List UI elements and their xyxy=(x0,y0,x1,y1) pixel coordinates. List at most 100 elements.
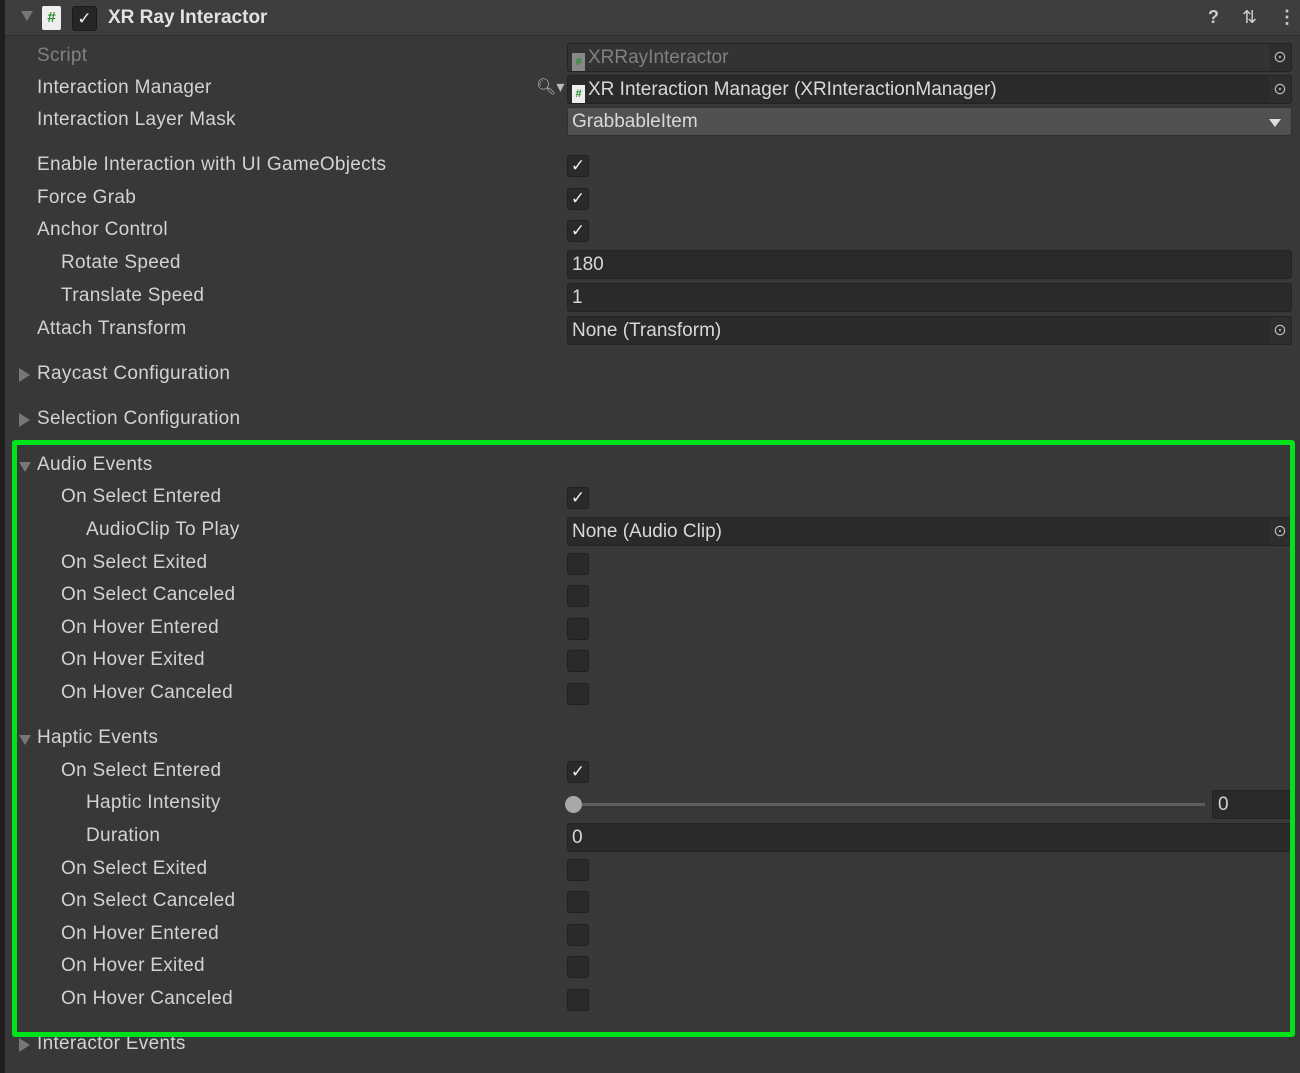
property-row-on-select-canceled: On Select Canceled xyxy=(0,886,1300,918)
property-label: On Select Canceled xyxy=(61,890,236,911)
object-picker-icon[interactable]: ⊙ xyxy=(1269,518,1291,545)
property-label: Translate Speed xyxy=(61,285,205,306)
collapsed-arrow-icon[interactable] xyxy=(19,413,30,427)
property-label: Haptic Intensity xyxy=(86,792,221,813)
expanded-arrow-icon[interactable] xyxy=(19,735,31,745)
checkbox[interactable] xyxy=(567,859,589,881)
checkbox[interactable]: ✓ xyxy=(567,761,589,783)
property-label: Haptic Events xyxy=(37,727,159,748)
object-field-value: XR Interaction Manager (XRInteractionMan… xyxy=(588,79,997,100)
checkbox[interactable] xyxy=(567,553,589,575)
script-icon: # xyxy=(572,85,585,103)
property-label: On Hover Entered xyxy=(61,617,219,638)
property-row-force-grab: Force Grab ✓ xyxy=(0,183,1300,215)
property-row-translate-speed: Translate Speed 1 xyxy=(0,281,1300,313)
chevron-down-icon xyxy=(1269,119,1281,127)
number-input[interactable]: 1 xyxy=(567,283,1292,312)
collapsed-arrow-icon[interactable] xyxy=(19,1038,30,1052)
checkbox[interactable] xyxy=(567,989,589,1011)
preset-icon[interactable]: ⇅ xyxy=(1242,7,1257,28)
checkbox[interactable]: ✓ xyxy=(567,487,589,509)
slider-track[interactable] xyxy=(573,803,1205,806)
property-label: Audio Events xyxy=(37,454,153,475)
object-picker-icon[interactable]: ⊙ xyxy=(1269,76,1291,103)
property-row-attach-transform: Attach Transform None (Transform) ⊙ xyxy=(0,314,1300,346)
property-row-interaction-manager: Interaction Manager 🔍︎▾ # XR Interaction Ma… xyxy=(0,73,1300,105)
property-row-raycast-configuration[interactable]: Raycast Configuration xyxy=(0,359,1300,391)
property-row-duration: Duration 0 xyxy=(0,821,1300,853)
property-row-rotate-speed: Rotate Speed 180 xyxy=(0,248,1300,280)
property-label: Selection Configuration xyxy=(37,408,241,429)
property-label: On Hover Entered xyxy=(61,923,219,944)
property-row-on-hover-entered: On Hover Entered xyxy=(0,919,1300,951)
property-row-script: Script # XRRayInteractor ⊙ xyxy=(0,41,1300,73)
property-row-on-hover-exited: On Hover Exited xyxy=(0,645,1300,677)
property-label: On Hover Canceled xyxy=(61,988,233,1009)
object-field-value: None (Audio Clip) xyxy=(572,521,722,542)
property-row-on-hover-canceled: On Hover Canceled xyxy=(0,678,1300,710)
property-row-interaction-layer-mask: Interaction Layer Mask GrabbableItem xyxy=(0,105,1300,137)
property-row-audioclip-to-play: AudioClip To Play None (Audio Clip) ⊙ xyxy=(0,515,1300,547)
property-label: AudioClip To Play xyxy=(86,519,240,540)
property-row-selection-configuration[interactable]: Selection Configuration xyxy=(0,404,1300,436)
slider-value-input[interactable]: 0 xyxy=(1212,790,1292,819)
checkbox[interactable] xyxy=(567,891,589,913)
property-label: Force Grab xyxy=(37,187,137,208)
number-input[interactable]: 0 xyxy=(567,823,1292,852)
component-enabled-checkbox[interactable]: ✓ xyxy=(72,6,97,31)
property-label: Attach Transform xyxy=(37,318,187,339)
help-icon[interactable]: ? xyxy=(1208,7,1219,28)
property-row-on-hover-entered: On Hover Entered xyxy=(0,613,1300,645)
collapsed-arrow-icon[interactable] xyxy=(19,368,30,382)
component-foldout-icon[interactable] xyxy=(21,11,33,21)
property-row-on-hover-exited: On Hover Exited xyxy=(0,951,1300,983)
property-row-on-select-exited: On Select Exited xyxy=(0,548,1300,580)
search-icon[interactable]: 🔍︎▾ xyxy=(536,77,564,97)
property-row-interactor-events[interactable]: Interactor Events xyxy=(0,1029,1300,1061)
checkbox[interactable]: ✓ xyxy=(567,155,589,177)
property-row-audio-events[interactable]: Audio Events xyxy=(0,450,1300,482)
script-icon: # xyxy=(572,53,585,71)
property-label: On Hover Exited xyxy=(61,955,205,976)
property-label: On Select Exited xyxy=(61,552,208,573)
property-label: On Hover Canceled xyxy=(61,682,233,703)
property-row-on-select-entered: On Select Entered ✓ xyxy=(0,482,1300,514)
property-row-on-select-canceled: On Select Canceled xyxy=(0,580,1300,612)
property-label: On Select Entered xyxy=(61,486,222,507)
checkbox[interactable] xyxy=(567,650,589,672)
checkbox[interactable]: ✓ xyxy=(567,188,589,210)
property-row-haptic-intensity: Haptic Intensity 0 xyxy=(0,788,1300,820)
component-header[interactable]: # ✓ XR Ray Interactor ? ⇅ ⋮ xyxy=(5,0,1300,36)
object-field[interactable]: # XR Interaction Manager (XRInteractionMa… xyxy=(567,75,1292,104)
property-row-enable-interaction-with-ui-gameobjects: Enable Interaction with UI GameObjects ✓ xyxy=(0,150,1300,182)
object-field-value: None (Transform) xyxy=(572,320,722,341)
dropdown-value: GrabbableItem xyxy=(572,111,698,132)
dropdown[interactable]: GrabbableItem xyxy=(567,107,1292,136)
property-label: Enable Interaction with UI GameObjects xyxy=(37,154,387,175)
checkbox[interactable] xyxy=(567,956,589,978)
checkbox[interactable] xyxy=(567,585,589,607)
property-label: Interaction Manager xyxy=(37,77,212,98)
expanded-arrow-icon[interactable] xyxy=(19,462,31,472)
object-field-value: XRRayInteractor xyxy=(588,47,729,68)
property-row-on-select-exited: On Select Exited xyxy=(0,854,1300,886)
object-field[interactable]: None (Transform) ⊙ xyxy=(567,316,1292,345)
checkbox[interactable] xyxy=(567,924,589,946)
object-picker-icon[interactable]: ⊙ xyxy=(1269,44,1291,71)
slider-handle[interactable] xyxy=(565,796,582,813)
checkbox[interactable] xyxy=(567,618,589,640)
object-picker-icon[interactable]: ⊙ xyxy=(1269,317,1291,344)
property-row-anchor-control: Anchor Control ✓ xyxy=(0,215,1300,247)
number-input[interactable]: 180 xyxy=(567,250,1292,279)
property-label: Interaction Layer Mask xyxy=(37,109,236,130)
property-label: On Hover Exited xyxy=(61,649,205,670)
checkbox[interactable]: ✓ xyxy=(567,220,589,242)
script-icon: # xyxy=(42,6,61,30)
object-field: # XRRayInteractor ⊙ xyxy=(567,43,1292,72)
checkbox[interactable] xyxy=(567,683,589,705)
kebab-menu-icon[interactable]: ⋮ xyxy=(1278,7,1296,28)
object-field[interactable]: None (Audio Clip) ⊙ xyxy=(567,517,1292,546)
property-label: Duration xyxy=(86,825,161,846)
component-title: XR Ray Interactor xyxy=(108,7,268,28)
property-row-haptic-events[interactable]: Haptic Events xyxy=(0,723,1300,755)
